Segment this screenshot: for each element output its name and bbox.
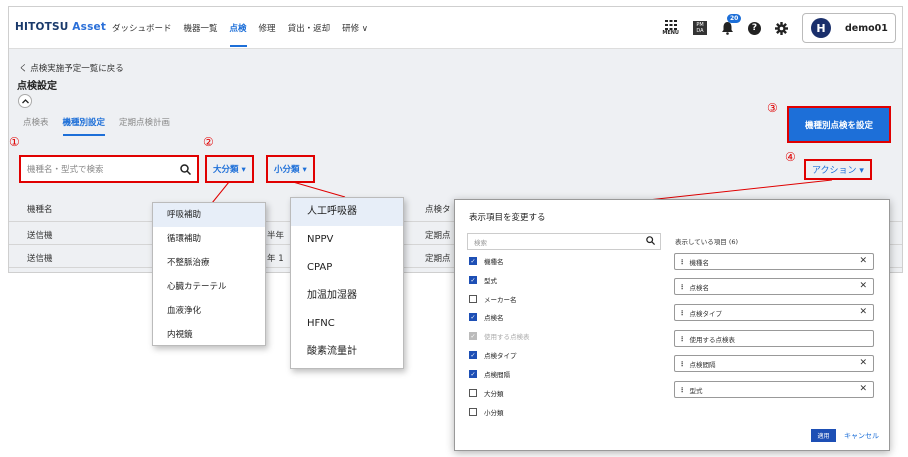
- shown-chip[interactable]: ⋮ 点検タイプ ✕: [674, 304, 874, 321]
- column-settings-panel: 表示項目を変更する 検索 表示している項目 (6) ✓ 機種名 ✓ 型式 メーカー名…: [454, 199, 890, 451]
- shown-chip[interactable]: ⋮ 使用する点検表: [674, 330, 874, 347]
- checkbox-maker[interactable]: メーカー名: [469, 294, 517, 304]
- drag-handle-icon[interactable]: ⋮: [679, 335, 686, 343]
- major-category-dropdown: 呼吸補助 循環補助 不整脈治療 心臓カテーテル 血液浄化 内視鏡: [152, 202, 266, 346]
- close-icon[interactable]: ✕: [859, 307, 867, 317]
- search-icon: [646, 236, 655, 245]
- dropdown-option[interactable]: 酸素流量計: [291, 338, 403, 366]
- shown-chip[interactable]: ⋮ 型式 ✕: [674, 381, 874, 398]
- minor-category-dropdown: 人工呼吸器 NPPV CPAP 加温加湿器 HFNC 酸素流量計: [290, 197, 404, 369]
- drag-handle-icon[interactable]: ⋮: [679, 386, 686, 394]
- checkbox-inspection-sheet: ✓ 使用する点検表: [469, 332, 530, 341]
- checkbox-major-category[interactable]: 大分類: [469, 388, 504, 398]
- panel-title: 表示項目を変更する: [469, 213, 546, 223]
- dropdown-option[interactable]: 内視鏡: [153, 323, 265, 347]
- column-search-input[interactable]: 検索: [467, 233, 661, 250]
- checkbox-inspection-name[interactable]: ✓ 点検名: [469, 312, 504, 322]
- dropdown-option[interactable]: HFNC: [291, 310, 403, 338]
- dropdown-option[interactable]: 人工呼吸器: [291, 198, 403, 226]
- dropdown-option[interactable]: 加温加湿器: [291, 282, 403, 310]
- close-icon[interactable]: ✕: [859, 256, 867, 266]
- cancel-button[interactable]: キャンセル: [844, 431, 879, 441]
- checkbox-inspection-interval[interactable]: ✓ 点検間隔: [469, 369, 510, 379]
- close-icon[interactable]: ✕: [859, 358, 867, 368]
- checkbox-model-name[interactable]: ✓ 機種名: [469, 256, 504, 266]
- checkbox-model-type[interactable]: ✓ 型式: [469, 275, 497, 285]
- dropdown-option[interactable]: 心臓カテーテル: [153, 275, 265, 299]
- drag-handle-icon[interactable]: ⋮: [679, 258, 686, 266]
- close-icon[interactable]: ✕: [859, 384, 867, 394]
- apply-button[interactable]: 適用: [811, 429, 836, 442]
- shown-chip[interactable]: ⋮ 点検名 ✕: [674, 278, 874, 295]
- close-icon[interactable]: ✕: [859, 281, 867, 291]
- dropdown-option[interactable]: 血液浄化: [153, 299, 265, 323]
- dropdown-option[interactable]: 不整脈治療: [153, 251, 265, 275]
- dropdown-option[interactable]: 呼吸補助: [153, 203, 265, 227]
- drag-handle-icon[interactable]: ⋮: [679, 309, 686, 317]
- dropdown-option[interactable]: 循環補助: [153, 227, 265, 251]
- dropdown-option[interactable]: NPPV: [291, 226, 403, 254]
- checkbox-minor-category[interactable]: 小分類: [469, 407, 504, 417]
- drag-handle-icon[interactable]: ⋮: [679, 283, 686, 291]
- dropdown-option[interactable]: CPAP: [291, 254, 403, 282]
- shown-chip[interactable]: ⋮ 点検間隔 ✕: [674, 355, 874, 372]
- checkbox-inspection-type[interactable]: ✓ 点検タイプ: [469, 350, 517, 360]
- shown-items-label: 表示している項目 (6): [675, 238, 739, 246]
- drag-handle-icon[interactable]: ⋮: [679, 360, 686, 368]
- shown-chip[interactable]: ⋮ 機種名 ✕: [674, 253, 874, 270]
